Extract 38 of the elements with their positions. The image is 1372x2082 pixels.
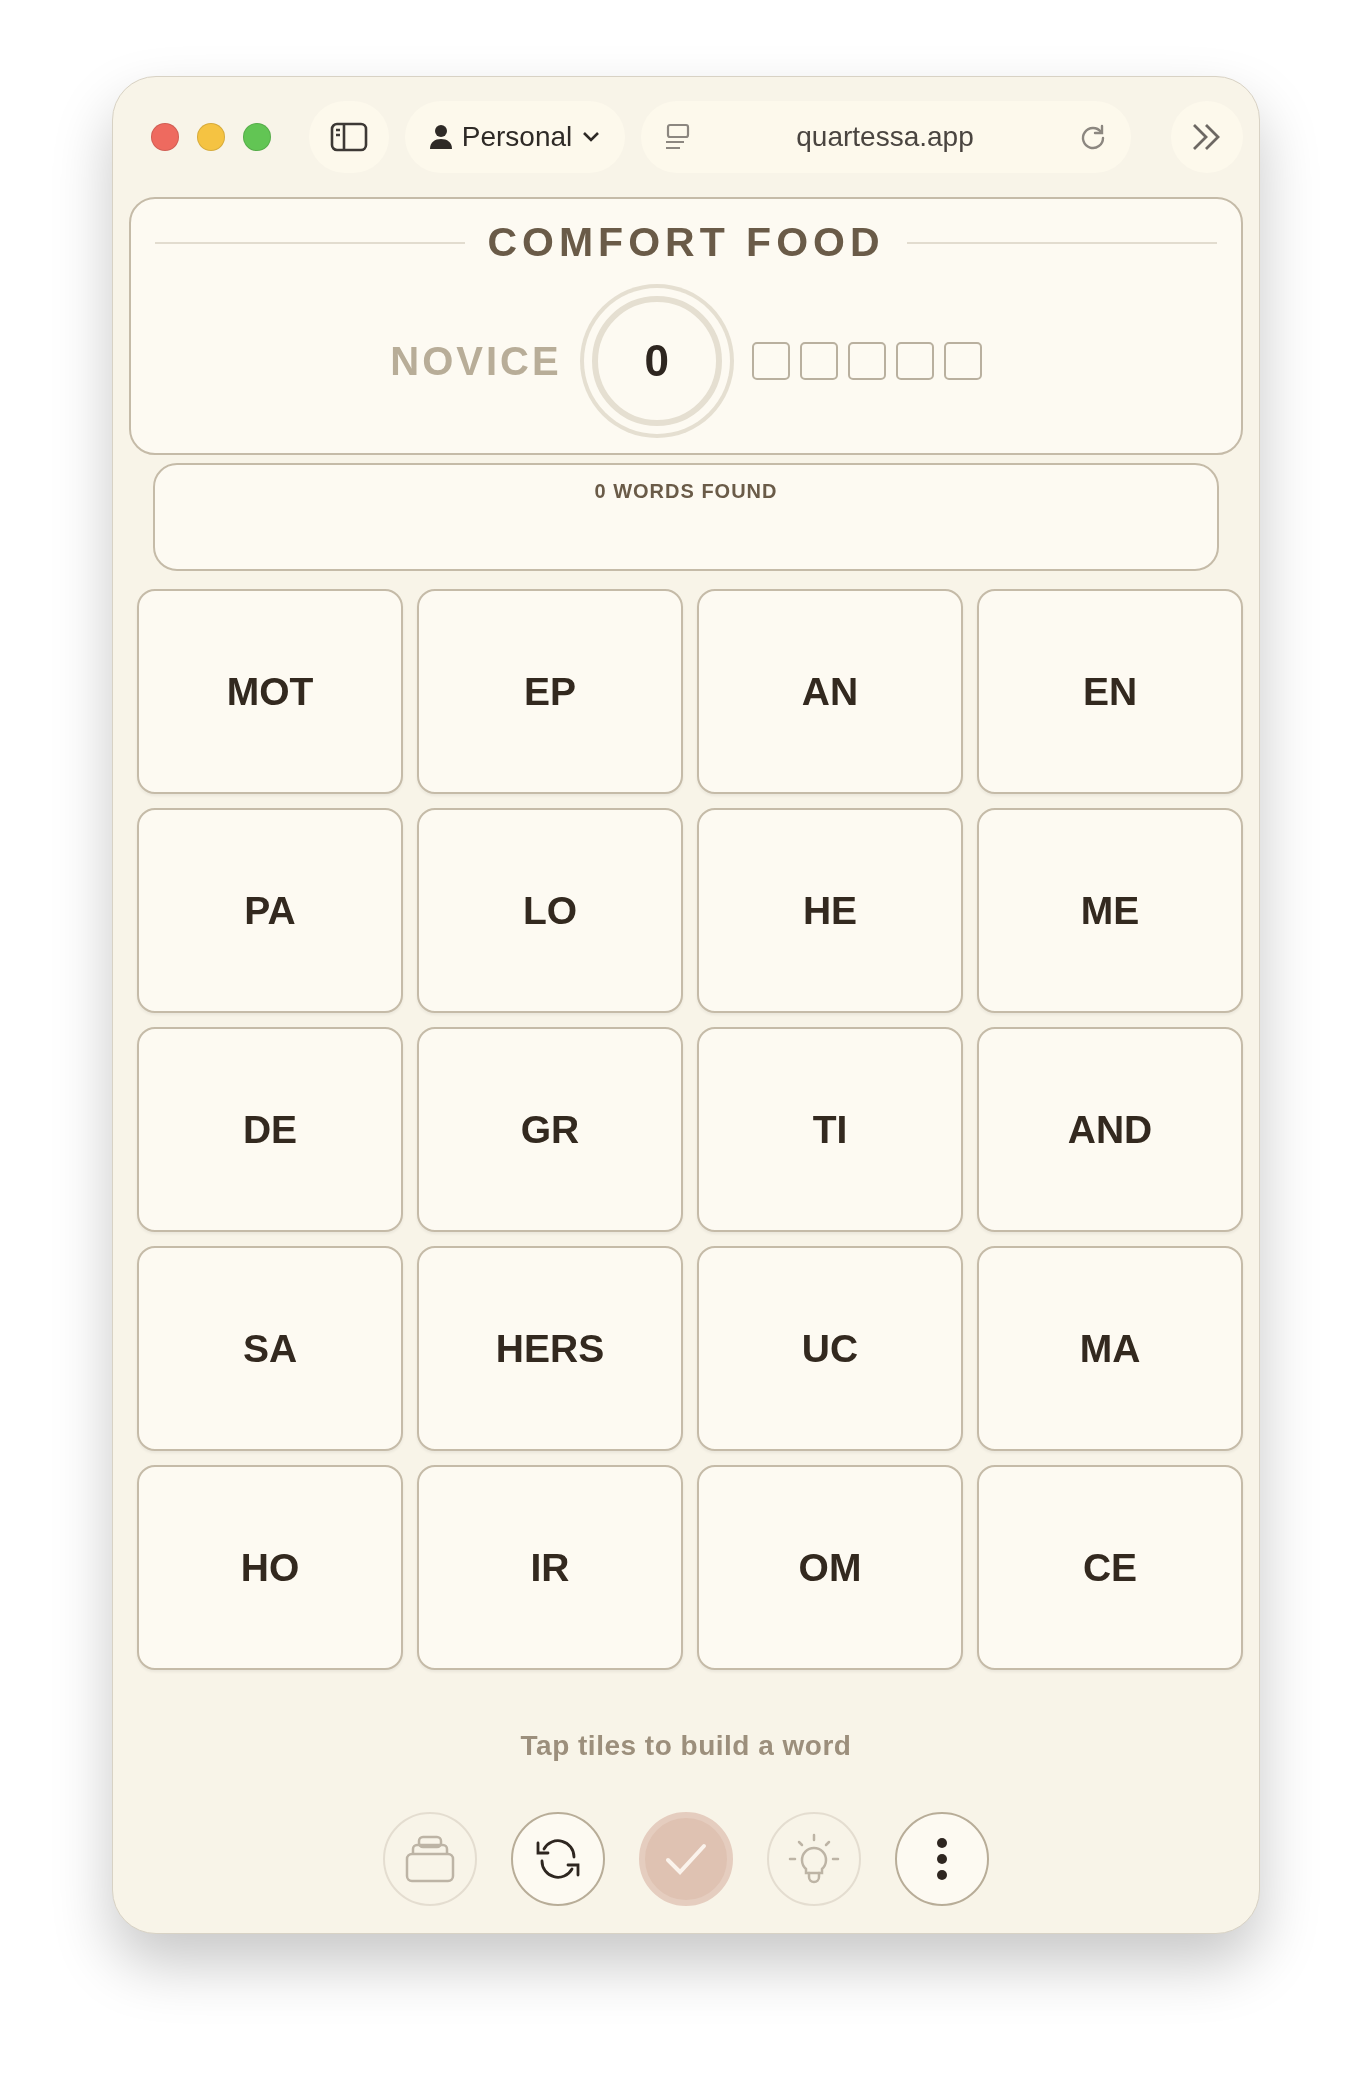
puzzle-title: COMFORT FOOD xyxy=(487,219,885,266)
stack-icon xyxy=(405,1834,455,1884)
reload-icon[interactable] xyxy=(1079,123,1107,151)
letter-tile[interactable]: MOT xyxy=(137,589,403,794)
letter-tile[interactable]: LO xyxy=(417,808,683,1013)
letter-tile[interactable]: UC xyxy=(697,1246,963,1451)
letter-tile[interactable]: EP xyxy=(417,589,683,794)
letter-tile[interactable]: EN xyxy=(977,589,1243,794)
letter-tile[interactable]: DE xyxy=(137,1027,403,1232)
more-icon xyxy=(936,1837,948,1881)
letter-tile[interactable]: GR xyxy=(417,1027,683,1232)
letter-tile[interactable]: HO xyxy=(137,1465,403,1670)
letter-tile[interactable]: MA xyxy=(977,1246,1243,1451)
page-icon xyxy=(665,123,691,151)
close-button[interactable] xyxy=(151,123,179,151)
letter-tile[interactable]: CE xyxy=(977,1465,1243,1670)
letter-tile[interactable]: AN xyxy=(697,589,963,794)
letter-tile[interactable]: HE xyxy=(697,808,963,1013)
letter-tile[interactable]: ME xyxy=(977,808,1243,1013)
maximize-button[interactable] xyxy=(243,123,271,151)
chevron-down-icon xyxy=(582,131,601,143)
words-found-label: 0 WORDS FOUND xyxy=(594,480,778,504)
letter-tile[interactable]: TI xyxy=(697,1027,963,1232)
letter-tile[interactable]: PA xyxy=(137,808,403,1013)
check-icon xyxy=(664,1842,708,1876)
lightbulb-icon xyxy=(788,1833,840,1885)
letter-tile[interactable]: SA xyxy=(137,1246,403,1451)
hint-text: Tap tiles to build a word xyxy=(520,1730,852,1762)
letter-tile[interactable]: IR xyxy=(417,1465,683,1670)
profile-button[interactable]: Personal xyxy=(405,101,625,173)
rank-label: NOVICE xyxy=(390,338,562,384)
address-bar[interactable]: quartessa.app xyxy=(641,101,1131,173)
person-icon xyxy=(429,125,452,149)
letter-tile[interactable]: OM xyxy=(697,1465,963,1670)
sidebar-icon xyxy=(330,122,368,152)
letter-tile[interactable]: AND xyxy=(977,1027,1243,1232)
minimize-button[interactable] xyxy=(197,123,225,151)
letter-tile[interactable]: HERS xyxy=(417,1246,683,1451)
